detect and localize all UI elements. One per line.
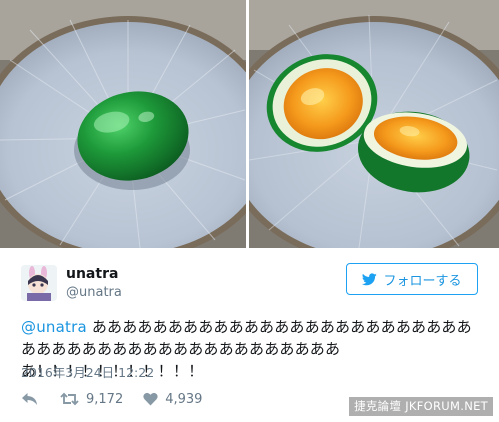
photo-strip <box>0 0 499 248</box>
avatar-image <box>21 265 57 301</box>
like-count: 4,939 <box>165 391 203 407</box>
tweet-actions: 9,172 4,939 <box>21 390 202 408</box>
follow-button-label: フォローする <box>383 273 462 289</box>
whole-egg-image <box>0 0 246 248</box>
retweet-count: 9,172 <box>86 391 124 407</box>
user-handle[interactable]: @unatra <box>66 285 122 300</box>
cut-green-egg-photo[interactable] <box>249 0 499 248</box>
user-display-name[interactable]: unatra <box>66 266 118 282</box>
tweet-timestamp[interactable]: 2016年3月24日 12:22 <box>21 362 154 381</box>
like-button[interactable]: 4,939 <box>143 392 202 407</box>
reply-button[interactable] <box>21 392 38 406</box>
follow-button[interactable]: フォローする <box>346 263 478 295</box>
twitter-bird-icon <box>362 272 378 285</box>
retweet-button[interactable]: 9,172 <box>60 392 123 407</box>
heart-icon <box>143 392 158 406</box>
whole-green-egg-photo[interactable] <box>0 0 246 248</box>
site-watermark: 捷克論壇 JKFORUM.NET <box>349 397 493 416</box>
reply-icon <box>22 393 37 405</box>
retweet-icon <box>60 392 79 406</box>
avatar[interactable] <box>21 265 57 301</box>
tweet-mention[interactable]: @unatra <box>21 318 87 336</box>
cut-egg-image <box>249 0 499 248</box>
